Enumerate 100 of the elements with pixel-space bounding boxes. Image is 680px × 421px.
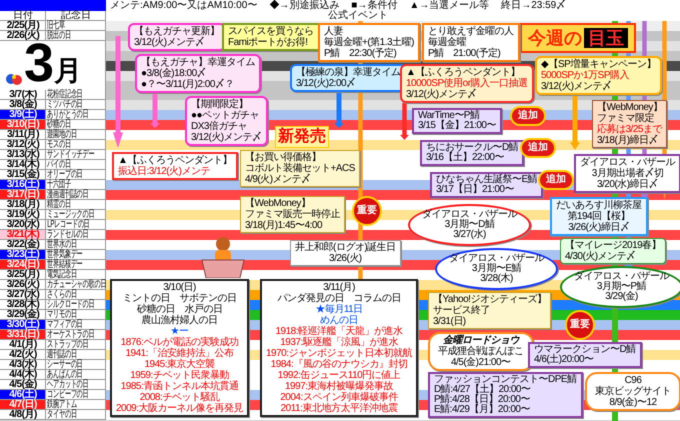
- callout-text: Famiポートがお得!: [228, 37, 308, 48]
- date-cell: 3/11(月): [0, 130, 46, 140]
- memorial-cell: 鉄腕アトム: [46, 400, 106, 410]
- memorial-cell: マリモの日: [46, 310, 106, 320]
- memorial-cell: ストラップの日: [46, 340, 106, 350]
- callout-text: 3/12(火)メンテ〆: [191, 132, 262, 143]
- date-cell: 3/27(水): [0, 290, 46, 300]
- badge: 新発売: [275, 126, 329, 148]
- memorial-cell: LPレコードの日: [46, 220, 106, 230]
- callout-text: 2011:東北地方太平洋沖地震: [280, 403, 398, 414]
- memorial-cell: マフィアの日: [46, 320, 106, 330]
- memorial-cell: 花粉症記念日: [46, 90, 106, 100]
- callout-text: ★毎月11日: [314, 304, 364, 315]
- callout-text: ダイアロス・バザール: [422, 210, 517, 220]
- callout-text: ◆【SP増量キャンペーン】: [541, 59, 656, 70]
- callout-text: 3月期〜E鯖: [470, 264, 522, 274]
- callout-text: 1959:チベット民衆暴動: [129, 370, 229, 381]
- callout-text: 1937:駆逐艦「涼風」が進水: [279, 337, 398, 348]
- callout-text: とり敢えず金曜の人: [428, 26, 514, 37]
- legend-text: ▲→当選メール等: [409, 1, 490, 11]
- memorial-cell: オーケストラの日: [46, 330, 106, 340]
- callout-text: ダイアロス・バザール: [580, 157, 675, 168]
- callout-text: ●3/8(金)18:00〆: [141, 68, 208, 79]
- down-arrow: [150, 93, 160, 128]
- memorial-cell: 十六団子: [46, 180, 106, 190]
- badge: 追加: [538, 170, 574, 190]
- callout-text: パンダ発見の日 コラムの日: [276, 293, 402, 304]
- date-cell: 4/2(火): [0, 350, 46, 360]
- callout-text: 5000SPか1万SP購入: [541, 70, 630, 81]
- callout-text: ダイアロス・バザール: [449, 254, 544, 264]
- date-cell: 4/7(日): [0, 400, 46, 410]
- date-cell: 3/13(水): [0, 150, 46, 160]
- callout-text: ▲【ふくろうペンダント】: [406, 67, 521, 78]
- callout-text: 3/10(日): [162, 282, 197, 293]
- memorial-cell: コンビーフの日: [46, 390, 106, 400]
- memorial-cell: 漫画週刊誌の日: [46, 190, 106, 200]
- callout-text: 10000SP使用or購入一口抽選: [406, 78, 528, 89]
- badge: 追加: [520, 138, 556, 158]
- callout-text: ウマラークション〜D鯖: [534, 345, 636, 355]
- memorial-cell: 遊園地の日: [46, 130, 106, 140]
- callout-text: サービス終了: [433, 305, 491, 316]
- callout-text: 4/6(土)20:00〜: [534, 355, 595, 365]
- memorial-cell: モスの日: [46, 140, 106, 150]
- callout-text: 【Yahoo!ジオシティーズ】: [433, 294, 546, 305]
- memorial-cell: パイの日: [46, 160, 106, 170]
- callout-text: 2004:スペイン列車爆破事件: [279, 392, 400, 403]
- column-header: 記念日: [46, 11, 106, 21]
- memorial-cell: タイヤの日: [46, 410, 106, 420]
- callout-text: 農山漁村婦人の日: [140, 315, 219, 326]
- date-cell: 3/8(金): [0, 100, 46, 110]
- date-cell: 2/26(火): [0, 31, 46, 41]
- callout-text: P鯖:4/28【日】20:00〜: [434, 395, 531, 405]
- date-cell: 3/15(金): [0, 170, 46, 180]
- callout-text: 3/16【土】22:00〜: [426, 153, 505, 163]
- callout-text: ダイアロス・バザール: [574, 272, 669, 282]
- date-cell: 3/12(火): [0, 140, 46, 150]
- date-cell: 3/14(木): [0, 160, 46, 170]
- memorial-cell: ありがとうの日: [46, 110, 106, 120]
- memorial-cell: ランドセルの日: [46, 230, 106, 240]
- callout-text: ●？〜3/11(月)2:00〆？: [141, 79, 235, 90]
- callout-text: 2008:チベット騒乱: [140, 392, 221, 403]
- callout-text: 1984:『風の谷のナウシカ』封切: [270, 359, 408, 370]
- callout-text: だいあろす川柳茶屋: [556, 200, 642, 211]
- memorial-cell: ミツバチの日: [46, 100, 106, 110]
- callout-text: 4/30(火)メンテ〆: [565, 251, 637, 262]
- memorial-cell: 世界結核デー: [46, 260, 106, 270]
- memorial-cell: 旧七草: [46, 21, 106, 31]
- date-cell: 3/22(金): [0, 240, 46, 250]
- memorial-cell: 脱出の日: [46, 31, 106, 41]
- callout-text: 【極練の泉】幸運タイム: [296, 67, 400, 78]
- date-cell: 4/1(月): [0, 340, 46, 350]
- callout-text: 1876:ベルが電話の実験成功: [120, 337, 240, 348]
- callout-text: 2009:大阪カーネル像を再発見: [116, 403, 244, 414]
- legend-text: メンテ:AM9:00〜又はAM10:00〜: [110, 1, 258, 11]
- callout-text: 井上和郎(ログオ)誕生日: [295, 242, 396, 253]
- callout-text: 1997:東海村被曝爆発事故: [284, 381, 394, 392]
- callout-text: 1992:缶ジュース110円に値上: [276, 370, 402, 381]
- callout-text: 3月期〜D鯖: [444, 220, 496, 230]
- callout-text: 3/18(月)1:45〜4:00: [245, 220, 324, 231]
- callout-text: 【もえガチャ】幸運タイム: [141, 57, 255, 68]
- date-cell: 2/25(月): [0, 21, 46, 31]
- callout-text: 1941:「治安維持法」公布: [124, 348, 235, 359]
- legend-text: 終日→23:59〆: [501, 1, 566, 11]
- date-cell: 3/23(土): [0, 250, 46, 260]
- memorial-cell: 電気記念日: [46, 270, 106, 280]
- memorial-cell: 世界水の日: [46, 240, 106, 250]
- date-cell: 3/9(土): [0, 110, 46, 120]
- callout-text: 【マイレージ2019春】: [565, 240, 662, 251]
- featured-banner: 今週の 目玉: [520, 23, 636, 53]
- callout-text: 【期間限定】: [191, 99, 249, 110]
- date-cell: 3/30(土): [0, 320, 46, 330]
- date-cell: 3/29(金): [0, 310, 46, 320]
- callout-text: ファッションコンテスト〜DPE鯖: [434, 375, 577, 385]
- callout-text: 3/11(月): [322, 282, 356, 293]
- callout-text: 3/26(火): [328, 253, 363, 264]
- callout-text: 8/9(金)〜12: [608, 397, 658, 408]
- date-cell: 3/24(日): [0, 260, 46, 270]
- callout-text: P鯖 21:00(予定): [428, 48, 502, 59]
- callout-text: 3/12(火)2:00〆: [296, 78, 357, 89]
- callout-text: 3/29(金): [604, 292, 639, 302]
